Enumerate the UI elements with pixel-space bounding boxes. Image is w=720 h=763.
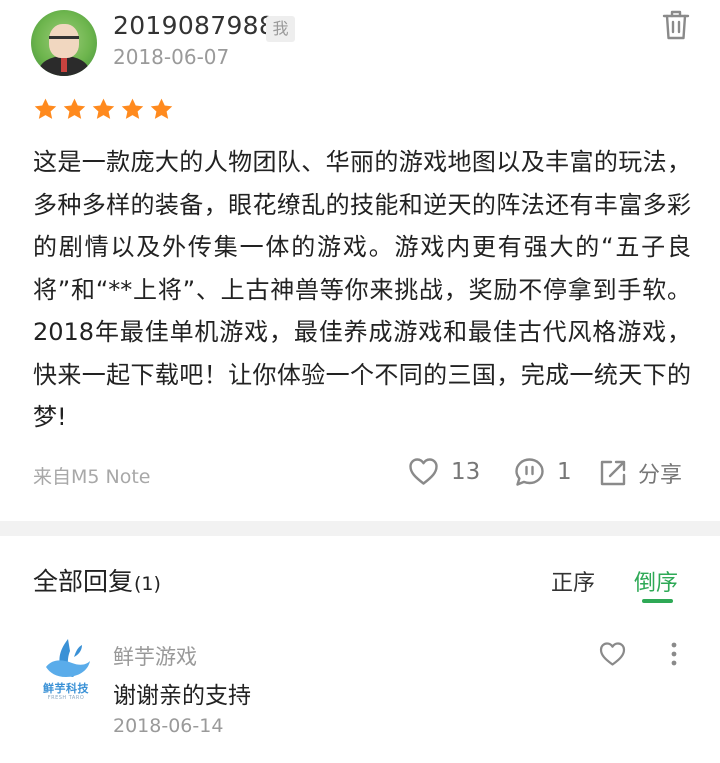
- review-card: 2019087988 我 2018-06-07 这是一款庞大的人物团队、华丽的游…: [0, 0, 720, 521]
- section-divider: [0, 521, 720, 536]
- reply-heart-icon[interactable]: [599, 641, 626, 667]
- device-label: 来自M5 Note: [33, 466, 151, 488]
- replies-title: 全部回复(1): [33, 562, 161, 598]
- more-icon[interactable]: [670, 641, 678, 667]
- sort-ascending-tab[interactable]: 正序: [551, 565, 595, 597]
- delete-icon[interactable]: [661, 9, 691, 41]
- avatar-glasses: [49, 36, 79, 44]
- comment-icon: [515, 458, 544, 486]
- like-count: 13: [451, 458, 481, 485]
- star-icon: [92, 98, 115, 119]
- active-sort-indicator: [642, 599, 673, 603]
- review-detail-page: 2019087988 我 2018-06-07 这是一款庞大的人物团队、华丽的游…: [0, 0, 720, 763]
- star-icon: [121, 98, 144, 119]
- user-avatar[interactable]: [31, 10, 97, 76]
- review-body: 这是一款庞大的人物团队、华丽的游戏地图以及丰富的玩法，多种多样的装备，眼花缭乱的…: [33, 148, 691, 431]
- share-button[interactable]: 分享: [597, 457, 682, 489]
- comment-button[interactable]: 1: [514, 457, 572, 487]
- replies-count: (1): [134, 573, 161, 595]
- heart-icon: [409, 458, 438, 485]
- review-username[interactable]: 2019087988: [113, 11, 275, 40]
- reply-author[interactable]: 鲜芋游戏: [113, 641, 197, 671]
- reply-date: 2018-06-14: [113, 715, 224, 737]
- sort-descending-tab[interactable]: 倒序: [634, 565, 678, 597]
- star-icon: [63, 98, 86, 119]
- share-icon: [600, 460, 626, 486]
- like-button[interactable]: 13: [408, 457, 480, 486]
- reply-avatar[interactable]: 鲜芋科技 FRESH TARO: [38, 637, 94, 703]
- comment-count: 1: [557, 459, 572, 485]
- share-label: 分享: [638, 463, 683, 488]
- whale-logo-icon: [46, 639, 90, 677]
- reply-logo-subtext: FRESH TARO: [47, 695, 85, 701]
- review-date: 2018-06-07: [113, 45, 230, 69]
- avatar-tie: [61, 56, 67, 72]
- reply-logo-text: 鲜芋科技: [43, 682, 89, 695]
- star-icon: [150, 98, 173, 119]
- reply-text: 谢谢亲的支持: [113, 683, 251, 709]
- me-badge: 我: [266, 16, 295, 42]
- rating-stars: [33, 97, 174, 123]
- replies-title-label: 全部回复: [33, 567, 134, 596]
- star-icon: [34, 98, 57, 119]
